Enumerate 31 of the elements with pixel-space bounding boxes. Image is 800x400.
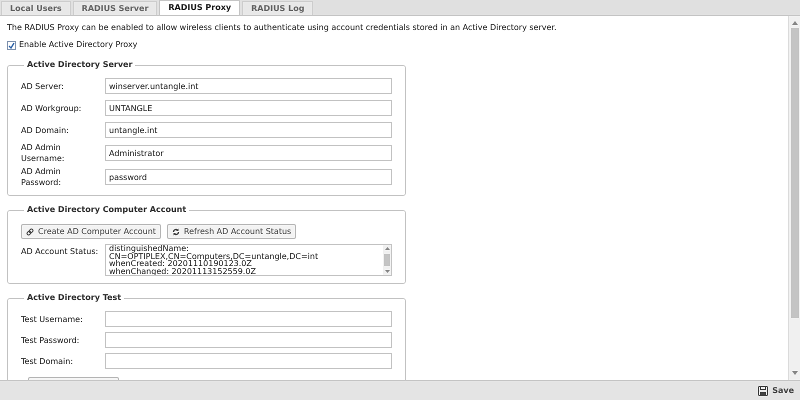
field-label: AD Account Status: [21,246,100,258]
input-field[interactable]: untangle.int [105,122,392,138]
input-field[interactable]: UNTANGLE [105,100,392,116]
field-label: AD Workgroup: [21,102,82,114]
status-line: whenCreated: 20201110190123.0Z [109,260,252,268]
save-button[interactable]: Save [758,384,794,396]
status-text-area[interactable]: distinguishedName: CN=OPTIPLEX,CN=Computers,DC=untangle,DC=int whenCreated: 20201110190123.0Z whenChanged: 20201113152559.0Z [105,244,392,276]
field-label: AD Admin Username: [21,142,66,164]
tab[interactable]: Local Users [1,1,71,15]
tab[interactable]: RADIUS Proxy [159,0,240,15]
status-line: whenChanged: 20201113152559.0Z [109,268,257,275]
input-field[interactable]: winserver.untangle.int [105,78,392,94]
field-label: Test Password: [21,334,80,346]
input-field[interactable]: Administrator [105,145,392,161]
description-text: The RADIUS Proxy can be enabled to allow wireless clients to authenticate using account credentials stored in an Active Directory server. [7,22,558,34]
status-line: distinguishedName: [109,245,189,252]
checkbox-label: Enable Active Directory Proxy [19,39,138,51]
action-button[interactable]: Create AD Computer Account [21,224,161,239]
tab[interactable]: RADIUS Server [72,1,158,15]
section-title: Active Directory Server [26,59,134,71]
tab[interactable]: RADIUS Log [242,1,314,15]
action-button[interactable]: Refresh AD Account Status [166,224,296,239]
input-field[interactable]: password [105,169,392,185]
field-label: Test Domain: [21,356,74,366]
field-label: AD Admin Password: [21,166,62,188]
status-line: CN=OPTIPLEX,CN=Computers,DC=untangle,DC=int [109,252,320,260]
field-label: AD Server: [21,80,65,92]
section-title: Active Directory Computer Account [26,204,188,216]
section-title: Active Directory Test [26,292,122,304]
field-label: Test Username: [21,314,84,324]
field-label: AD Domain: [21,124,70,136]
